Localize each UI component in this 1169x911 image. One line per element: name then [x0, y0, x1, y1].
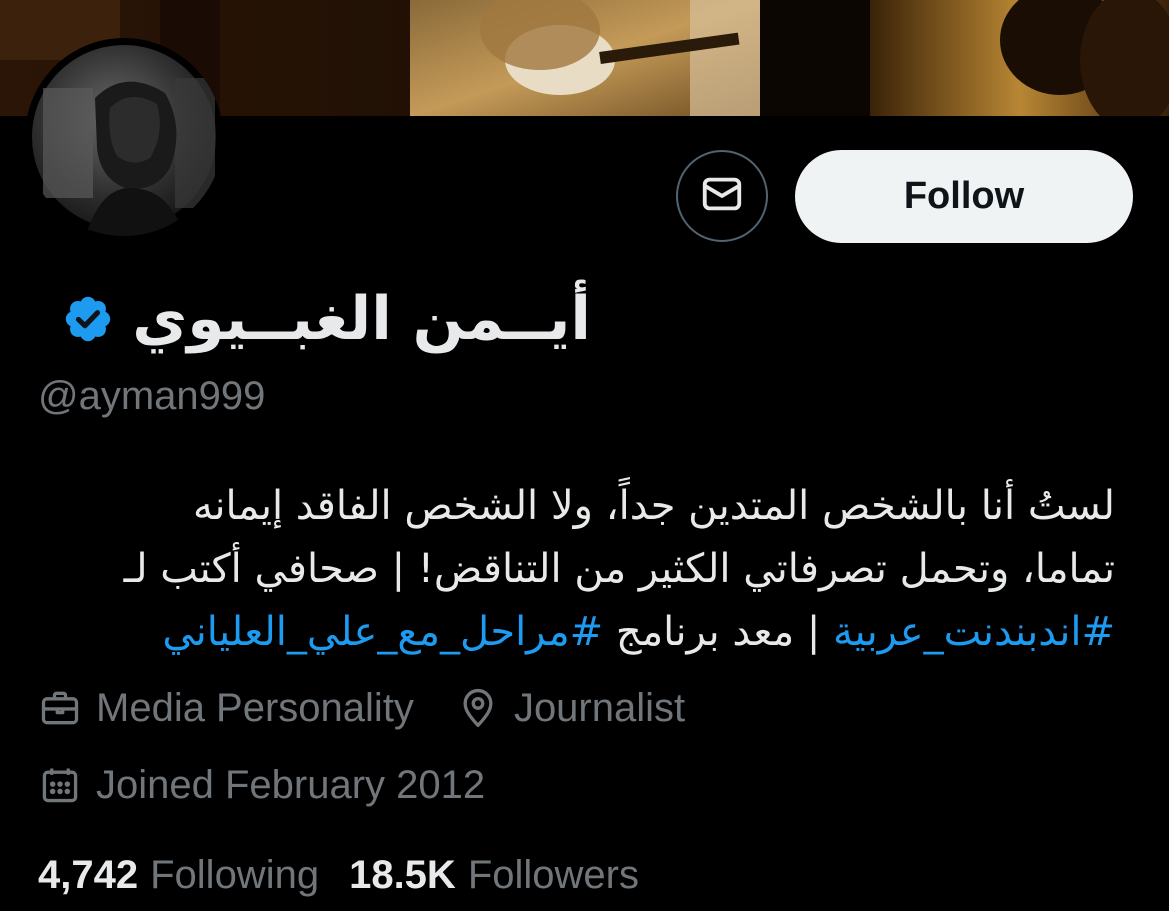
following-link[interactable]: 4,742 Following [38, 853, 319, 898]
followers-count: 18.5K [349, 852, 456, 897]
profile-meta-row: Media Personality Journalist [38, 683, 727, 733]
follow-button[interactable]: Follow [795, 150, 1133, 243]
profile-stats: 4,742 Following 18.5K Followers [38, 850, 669, 900]
profile-location: Journalist [456, 686, 685, 731]
joined-label: Joined February 2012 [96, 762, 486, 807]
bio-line: لستُ أنا بالشخص المتدين جداً، ولا الشخص … [192, 483, 1115, 529]
envelope-icon [699, 171, 745, 222]
calendar-icon [38, 763, 96, 807]
profile-handle: @ayman999 [38, 374, 266, 418]
verified-badge-icon[interactable] [62, 293, 114, 345]
followers-link[interactable]: 18.5K Followers [349, 853, 639, 898]
briefcase-icon [38, 686, 96, 730]
following-label: Following [150, 852, 320, 897]
category-label: Media Personality [96, 685, 414, 730]
hashtag-link[interactable]: #مراحل_مع_علي_العلياني [162, 609, 603, 655]
followers-label: Followers [467, 852, 639, 897]
following-count: 4,742 [38, 852, 139, 897]
profile-bio: لستُ أنا بالشخص المتدين جداً، ولا الشخص … [30, 475, 1115, 664]
bio-line-hashtags: #اندبندنت_عربية | معد برنامج #مراحل_مع_ع… [30, 601, 1115, 664]
display-name: أيــمن الغبــيوي [132, 284, 591, 354]
bio-text: | معد برنامج [615, 609, 821, 655]
profile-avatar[interactable] [25, 38, 223, 236]
message-button[interactable] [676, 150, 768, 242]
profile-joined-row: Joined February 2012 [38, 760, 527, 810]
bio-line: تماما، وتحمل تصرفاتي الكثير من التناقض! … [123, 546, 1115, 592]
hashtag-link[interactable]: #اندبندنت_عربية [833, 609, 1115, 655]
profile-joined: Joined February 2012 [38, 763, 485, 808]
location-label: Journalist [513, 685, 686, 730]
profile-name-row: أيــمن الغبــيوي [62, 284, 591, 354]
location-pin-icon [456, 686, 514, 730]
profile-category: Media Personality [38, 686, 414, 731]
